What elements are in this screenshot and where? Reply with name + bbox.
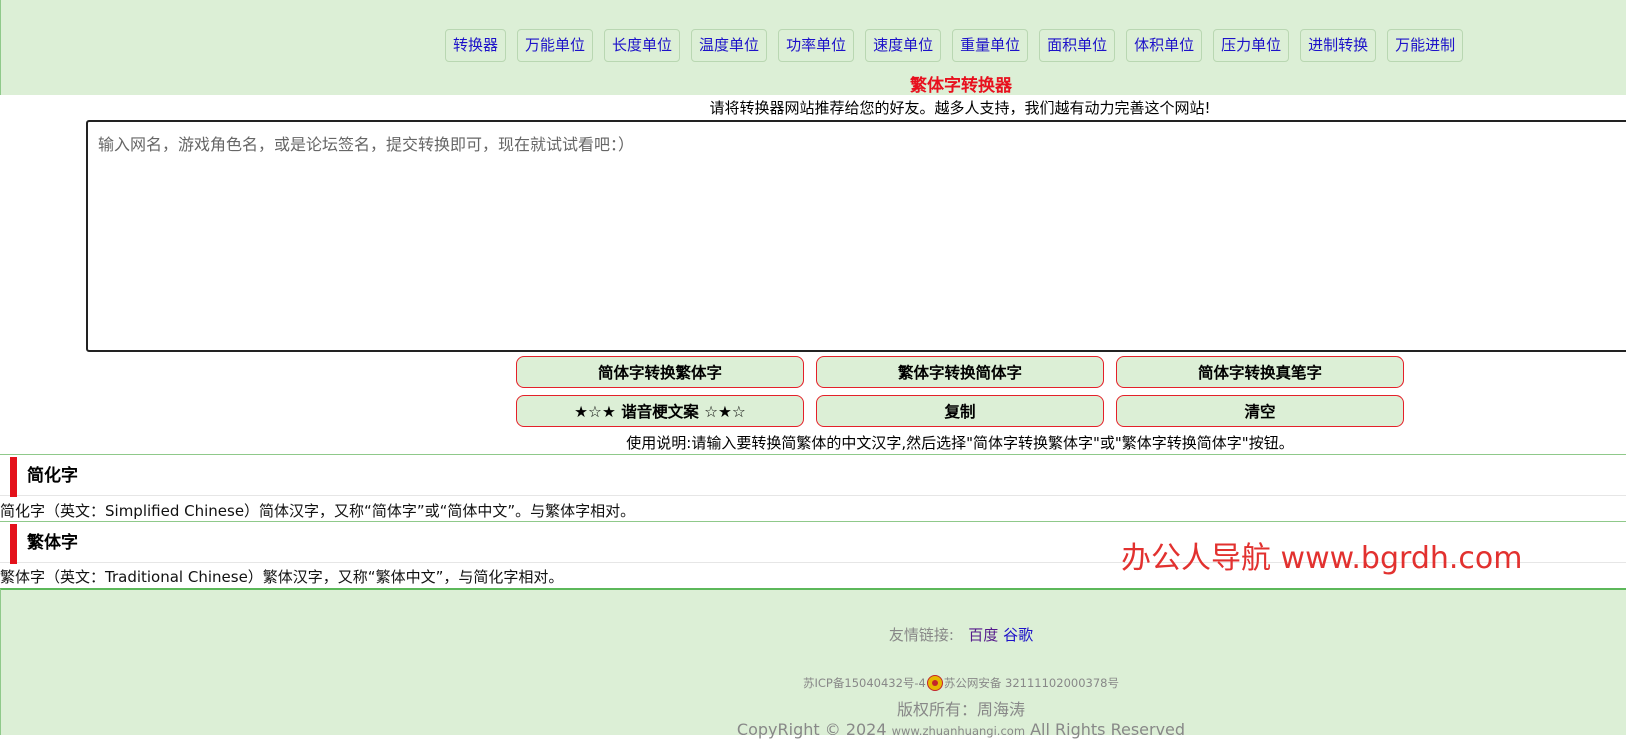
page-title: 繁体字转换器 [910,76,1012,96]
copyright-line: CopyRight © 2024 www.zhuanhuangi.com All… [1,720,1626,739]
nav-volume-units[interactable]: 体积单位 [1126,29,1203,62]
link-google[interactable]: 谷歌 [1003,626,1033,644]
copyright-owner: 版权所有：周海涛 [896,700,1025,719]
police-badge-icon [926,674,943,691]
nav-area-units[interactable]: 面积单位 [1039,29,1116,62]
section-heading: 简化字 [27,466,78,486]
friend-links: 友情链接: 百度 谷歌 [1,624,1626,645]
unit-nav: 转换器 万能单位 长度单位 温度单位 功率单位 速度单位 重量单位 面积单位 体… [445,29,1474,62]
section-simplified: 简化字 [0,454,1626,497]
watermark-text: 办公人导航 www.bgrdh.com [1121,541,1523,576]
nav-temperature-units[interactable]: 温度单位 [691,29,768,62]
copyright-suffix: All Rights Reserved [1030,720,1186,739]
section-accent-bar [10,524,17,564]
homophone-copy-button[interactable]: ★☆★ 谐音梗文案 ☆★☆ [516,395,804,427]
friend-links-label: 友情链接: [888,626,954,644]
simplified-to-calligraphy-button[interactable]: 简体字转换真笔字 [1116,356,1404,388]
nav-length-units[interactable]: 长度单位 [604,29,681,62]
section-description: 简化字（英文：Simplified Chinese）简体汉字，又称“简体字”或“… [0,502,636,520]
recommend-text: 请将转换器网站推荐给您的好友。越多人支持，我们越有动力完善这个网站! [709,99,1211,117]
simplified-to-traditional-button[interactable]: 简体字转换繁体字 [516,356,804,388]
traditional-to-simplified-button[interactable]: 繁体字转换简体字 [816,356,1104,388]
nav-power-units[interactable]: 功率单位 [778,29,855,62]
clear-button[interactable]: 清空 [1116,395,1404,427]
icp-link[interactable]: 苏ICP备15040432号-4 [803,676,926,690]
text-input[interactable] [86,120,1626,352]
nav-universal-units[interactable]: 万能单位 [517,29,594,62]
copyright-prefix: CopyRight © 2024 [736,720,887,739]
link-baidu[interactable]: 百度 [968,626,998,644]
nav-weight-units[interactable]: 重量单位 [952,29,1029,62]
usage-instructions: 使用说明:请输入要转换简繁体的中文汉字,然后选择"简体字转换繁体字"或"繁体字转… [626,434,1294,452]
nav-universal-base[interactable]: 万能进制 [1387,29,1464,62]
nav-speed-units[interactable]: 速度单位 [865,29,942,62]
nav-base-conversion[interactable]: 进制转换 [1300,29,1377,62]
top-nav-band: 转换器 万能单位 长度单位 温度单位 功率单位 速度单位 重量单位 面积单位 体… [0,0,1626,96]
icp-record: 苏ICP备15040432号-4 苏公网安备 32111102000378号 [1,674,1626,692]
nav-converter[interactable]: 转换器 [445,29,507,62]
copy-button[interactable]: 复制 [816,395,1104,427]
site-domain: www.zhuanhuangi.com [891,724,1026,738]
police-record-link[interactable]: 苏公网安备 32111102000378号 [944,676,1119,690]
footer: 友情链接: 百度 谷歌 苏ICP备15040432号-4 苏公网安备 321111… [0,588,1626,739]
section-heading: 繁体字 [27,533,78,553]
nav-pressure-units[interactable]: 压力单位 [1213,29,1290,62]
section-accent-bar [10,457,17,497]
section-description: 繁体字（英文：Traditional Chinese）繁体汉字，又称“繁体中文”… [0,568,564,586]
